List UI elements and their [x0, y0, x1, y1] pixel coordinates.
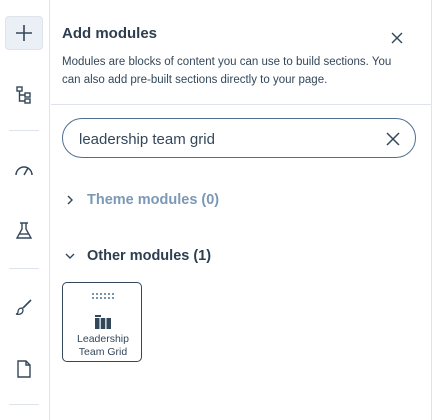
- rail-divider: [9, 404, 39, 405]
- panel-header: Add modules Modules are blocks of conten…: [51, 0, 432, 105]
- flask-icon: [15, 222, 33, 239]
- speedometer-icon: [15, 166, 33, 176]
- add-modules-button[interactable]: [5, 16, 43, 50]
- panel-description: Modules are blocks of content you can us…: [62, 56, 392, 86]
- add-modules-panel: Add modules Modules are blocks of conten…: [51, 0, 432, 420]
- module-card-leadership-team-grid[interactable]: Leadership Team Grid: [62, 282, 142, 362]
- rail-divider: [9, 268, 39, 269]
- clear-icon: [386, 132, 400, 146]
- other-modules-label: Other modules (1): [87, 248, 212, 264]
- module-search: [62, 118, 416, 158]
- clear-search-button[interactable]: [383, 129, 403, 149]
- theme-modules-toggle[interactable]: Theme modules (0): [63, 189, 219, 211]
- module-label: Leadership Team Grid: [77, 333, 129, 358]
- search-input[interactable]: [79, 128, 369, 150]
- chevron-right-icon: [63, 193, 77, 207]
- close-button[interactable]: [387, 28, 407, 48]
- theme-modules-label: Theme modules (0): [87, 192, 220, 208]
- paintbrush-icon: [15, 299, 32, 316]
- left-toolbar: [0, 0, 50, 420]
- panel-title: Add modules: [62, 25, 158, 42]
- plus-icon: [16, 25, 32, 41]
- design-button[interactable]: [5, 290, 43, 324]
- structure-button[interactable]: [5, 78, 43, 112]
- other-modules-toggle[interactable]: Other modules (1): [63, 245, 211, 267]
- document-icon: [17, 360, 31, 378]
- close-icon: [391, 32, 403, 44]
- drag-handle-icon: [92, 293, 114, 299]
- chevron-down-icon: [63, 249, 77, 263]
- page-settings-button[interactable]: [5, 352, 43, 386]
- optimize-button[interactable]: [5, 152, 43, 186]
- test-button[interactable]: [5, 214, 43, 248]
- module-grid-icon: [95, 315, 111, 329]
- tree-structure-icon: [16, 86, 31, 104]
- rail-divider: [9, 130, 39, 131]
